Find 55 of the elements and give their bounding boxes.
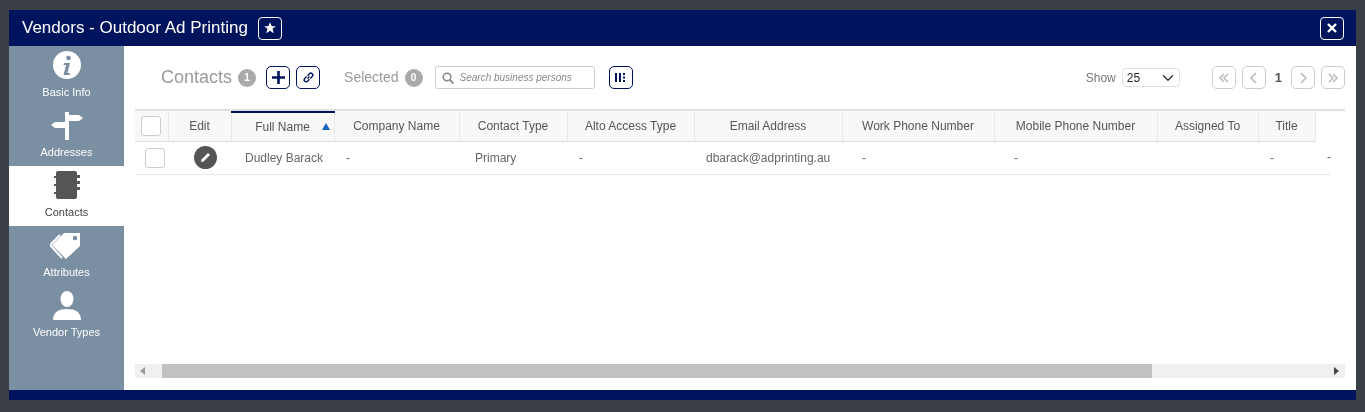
table-cell: - bbox=[862, 150, 866, 165]
close-icon bbox=[1327, 23, 1337, 33]
column-header[interactable]: Alto Access Type bbox=[567, 112, 694, 141]
info-icon bbox=[51, 49, 82, 80]
page-size-select[interactable]: 25 bbox=[1121, 68, 1180, 87]
count-badge: 1 bbox=[238, 68, 257, 87]
sort-icon bbox=[321, 123, 330, 130]
column-header[interactable]: Assigned To bbox=[1157, 112, 1258, 141]
column-header[interactable]: Company Name bbox=[334, 112, 459, 141]
columns-icon bbox=[614, 72, 628, 83]
search-field[interactable]: Search business persons bbox=[434, 66, 595, 89]
column-header[interactable]: Edit bbox=[168, 112, 231, 141]
star-icon bbox=[262, 21, 277, 35]
column-chooser-button[interactable] bbox=[608, 66, 633, 89]
last-page-icon bbox=[1327, 71, 1339, 84]
favorite-button[interactable] bbox=[257, 16, 282, 40]
signpost-icon bbox=[50, 109, 83, 140]
table-cell: - bbox=[1327, 150, 1331, 165]
scroll-left-icon[interactable] bbox=[140, 367, 146, 375]
edit-button[interactable] bbox=[194, 146, 217, 169]
person-icon bbox=[51, 289, 82, 320]
show-label: Show bbox=[1085, 69, 1116, 87]
pencil-icon bbox=[200, 152, 211, 163]
column-header[interactable]: Email Address bbox=[694, 112, 842, 141]
scroll-right-icon[interactable] bbox=[1334, 367, 1340, 375]
column-header[interactable]: Mobile Phone Number bbox=[994, 112, 1157, 141]
link-button[interactable] bbox=[296, 66, 321, 89]
page-number: 1 bbox=[1274, 68, 1282, 87]
horizontal-scrollbar[interactable] bbox=[135, 364, 1345, 378]
table-cell: - bbox=[346, 150, 350, 165]
plus-icon bbox=[271, 71, 285, 84]
table-cell: - bbox=[579, 150, 583, 165]
table-cell: Dudley Barack bbox=[245, 150, 324, 165]
sidebar-item[interactable]: Contacts bbox=[9, 166, 124, 226]
address-book-icon bbox=[52, 169, 81, 200]
selected-count-badge: 0 bbox=[404, 68, 423, 87]
close-button[interactable] bbox=[1320, 16, 1344, 40]
add-button[interactable] bbox=[266, 66, 291, 89]
selected-label: Selected bbox=[344, 68, 399, 87]
column-header[interactable]: Title bbox=[1258, 112, 1315, 141]
column-header[interactable]: Full Name bbox=[231, 112, 334, 141]
table-cell: dbarack@adprinting.au bbox=[706, 150, 831, 165]
table-cell: - bbox=[1270, 150, 1274, 165]
column-header[interactable]: Contact Type bbox=[459, 112, 567, 141]
window-title: Vendors - Outdoor Ad Printing bbox=[22, 17, 248, 40]
row-checkbox[interactable] bbox=[145, 147, 165, 168]
column-header[interactable]: Work Phone Number bbox=[842, 112, 994, 141]
next-page-icon bbox=[1297, 71, 1309, 84]
table-cell: Primary bbox=[475, 150, 517, 165]
first-page-icon bbox=[1217, 71, 1230, 84]
link-icon bbox=[301, 71, 315, 84]
table-cell: - bbox=[1014, 150, 1018, 165]
select-all-checkbox[interactable] bbox=[141, 116, 162, 137]
section-title: Contacts bbox=[161, 66, 233, 89]
previous-page-icon bbox=[1247, 71, 1260, 84]
